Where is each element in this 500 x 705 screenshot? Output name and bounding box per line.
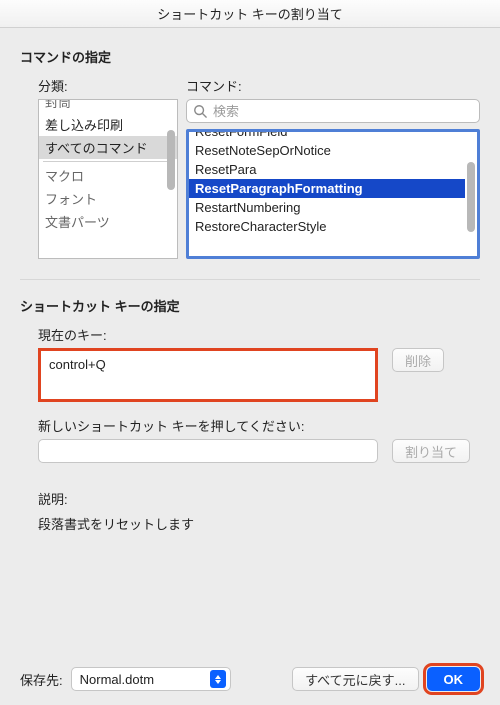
scrollbar-thumb[interactable] <box>467 162 475 232</box>
ok-button[interactable]: OK <box>427 667 481 691</box>
save-in-label: 保存先: <box>20 670 63 689</box>
window-titlebar: ショートカット キーの割り当て <box>0 0 500 28</box>
list-item[interactable]: 文書パーツ <box>39 210 177 233</box>
command-search[interactable] <box>186 99 480 123</box>
current-keys-label: 現在のキー: <box>38 325 476 344</box>
section-shortcut-spec: ショートカット キーの指定 <box>20 296 480 315</box>
list-item[interactable]: 差し込み印刷 <box>39 113 177 136</box>
divider <box>20 279 480 280</box>
scrollbar-thumb[interactable] <box>167 130 175 190</box>
list-item[interactable]: ResetFormField <box>189 129 465 141</box>
assign-button[interactable]: 割り当て <box>392 439 470 463</box>
category-label: 分類: <box>38 76 178 95</box>
list-item[interactable]: ResetNoteSepOrNotice <box>189 141 465 160</box>
description-text: 段落書式をリセットします <box>38 514 480 533</box>
list-item[interactable]: ResetPara <box>189 160 465 179</box>
save-in-value: Normal.dotm <box>80 672 154 687</box>
list-item[interactable]: 封筒 <box>39 99 177 113</box>
search-icon <box>193 104 207 118</box>
command-listbox[interactable]: ResetFormField ResetNoteSepOrNotice Rese… <box>186 129 480 259</box>
new-shortcut-input[interactable] <box>38 439 378 463</box>
command-label: コマンド: <box>186 76 480 95</box>
list-item[interactable]: フォント <box>39 187 177 210</box>
list-item[interactable]: RestartNumbering <box>189 198 465 217</box>
list-item[interactable]: マクロ <box>39 164 177 187</box>
reset-all-button[interactable]: すべて元に戻す... <box>292 667 418 691</box>
list-item[interactable]: RestoreCharacterStyle <box>189 217 465 236</box>
save-in-select[interactable]: Normal.dotm <box>71 667 231 691</box>
category-listbox[interactable]: 封筒 差し込み印刷 すべてのコマンド マクロ フォント 文書パーツ <box>38 99 178 259</box>
current-keys-box[interactable]: control+Q <box>38 348 378 402</box>
updown-icon <box>210 670 226 688</box>
current-key-value: control+Q <box>49 357 106 372</box>
search-input[interactable] <box>211 103 473 120</box>
section-command-spec: コマンドの指定 <box>20 47 480 66</box>
list-item-selected[interactable]: すべてのコマンド <box>39 136 177 159</box>
separator <box>43 161 173 162</box>
remove-button[interactable]: 削除 <box>392 348 444 372</box>
description-label: 説明: <box>38 489 480 508</box>
press-new-label: 新しいショートカット キーを押してください: <box>38 416 476 435</box>
window-title: ショートカット キーの割り当て <box>157 4 343 23</box>
list-item-selected[interactable]: ResetParagraphFormatting <box>189 179 465 198</box>
